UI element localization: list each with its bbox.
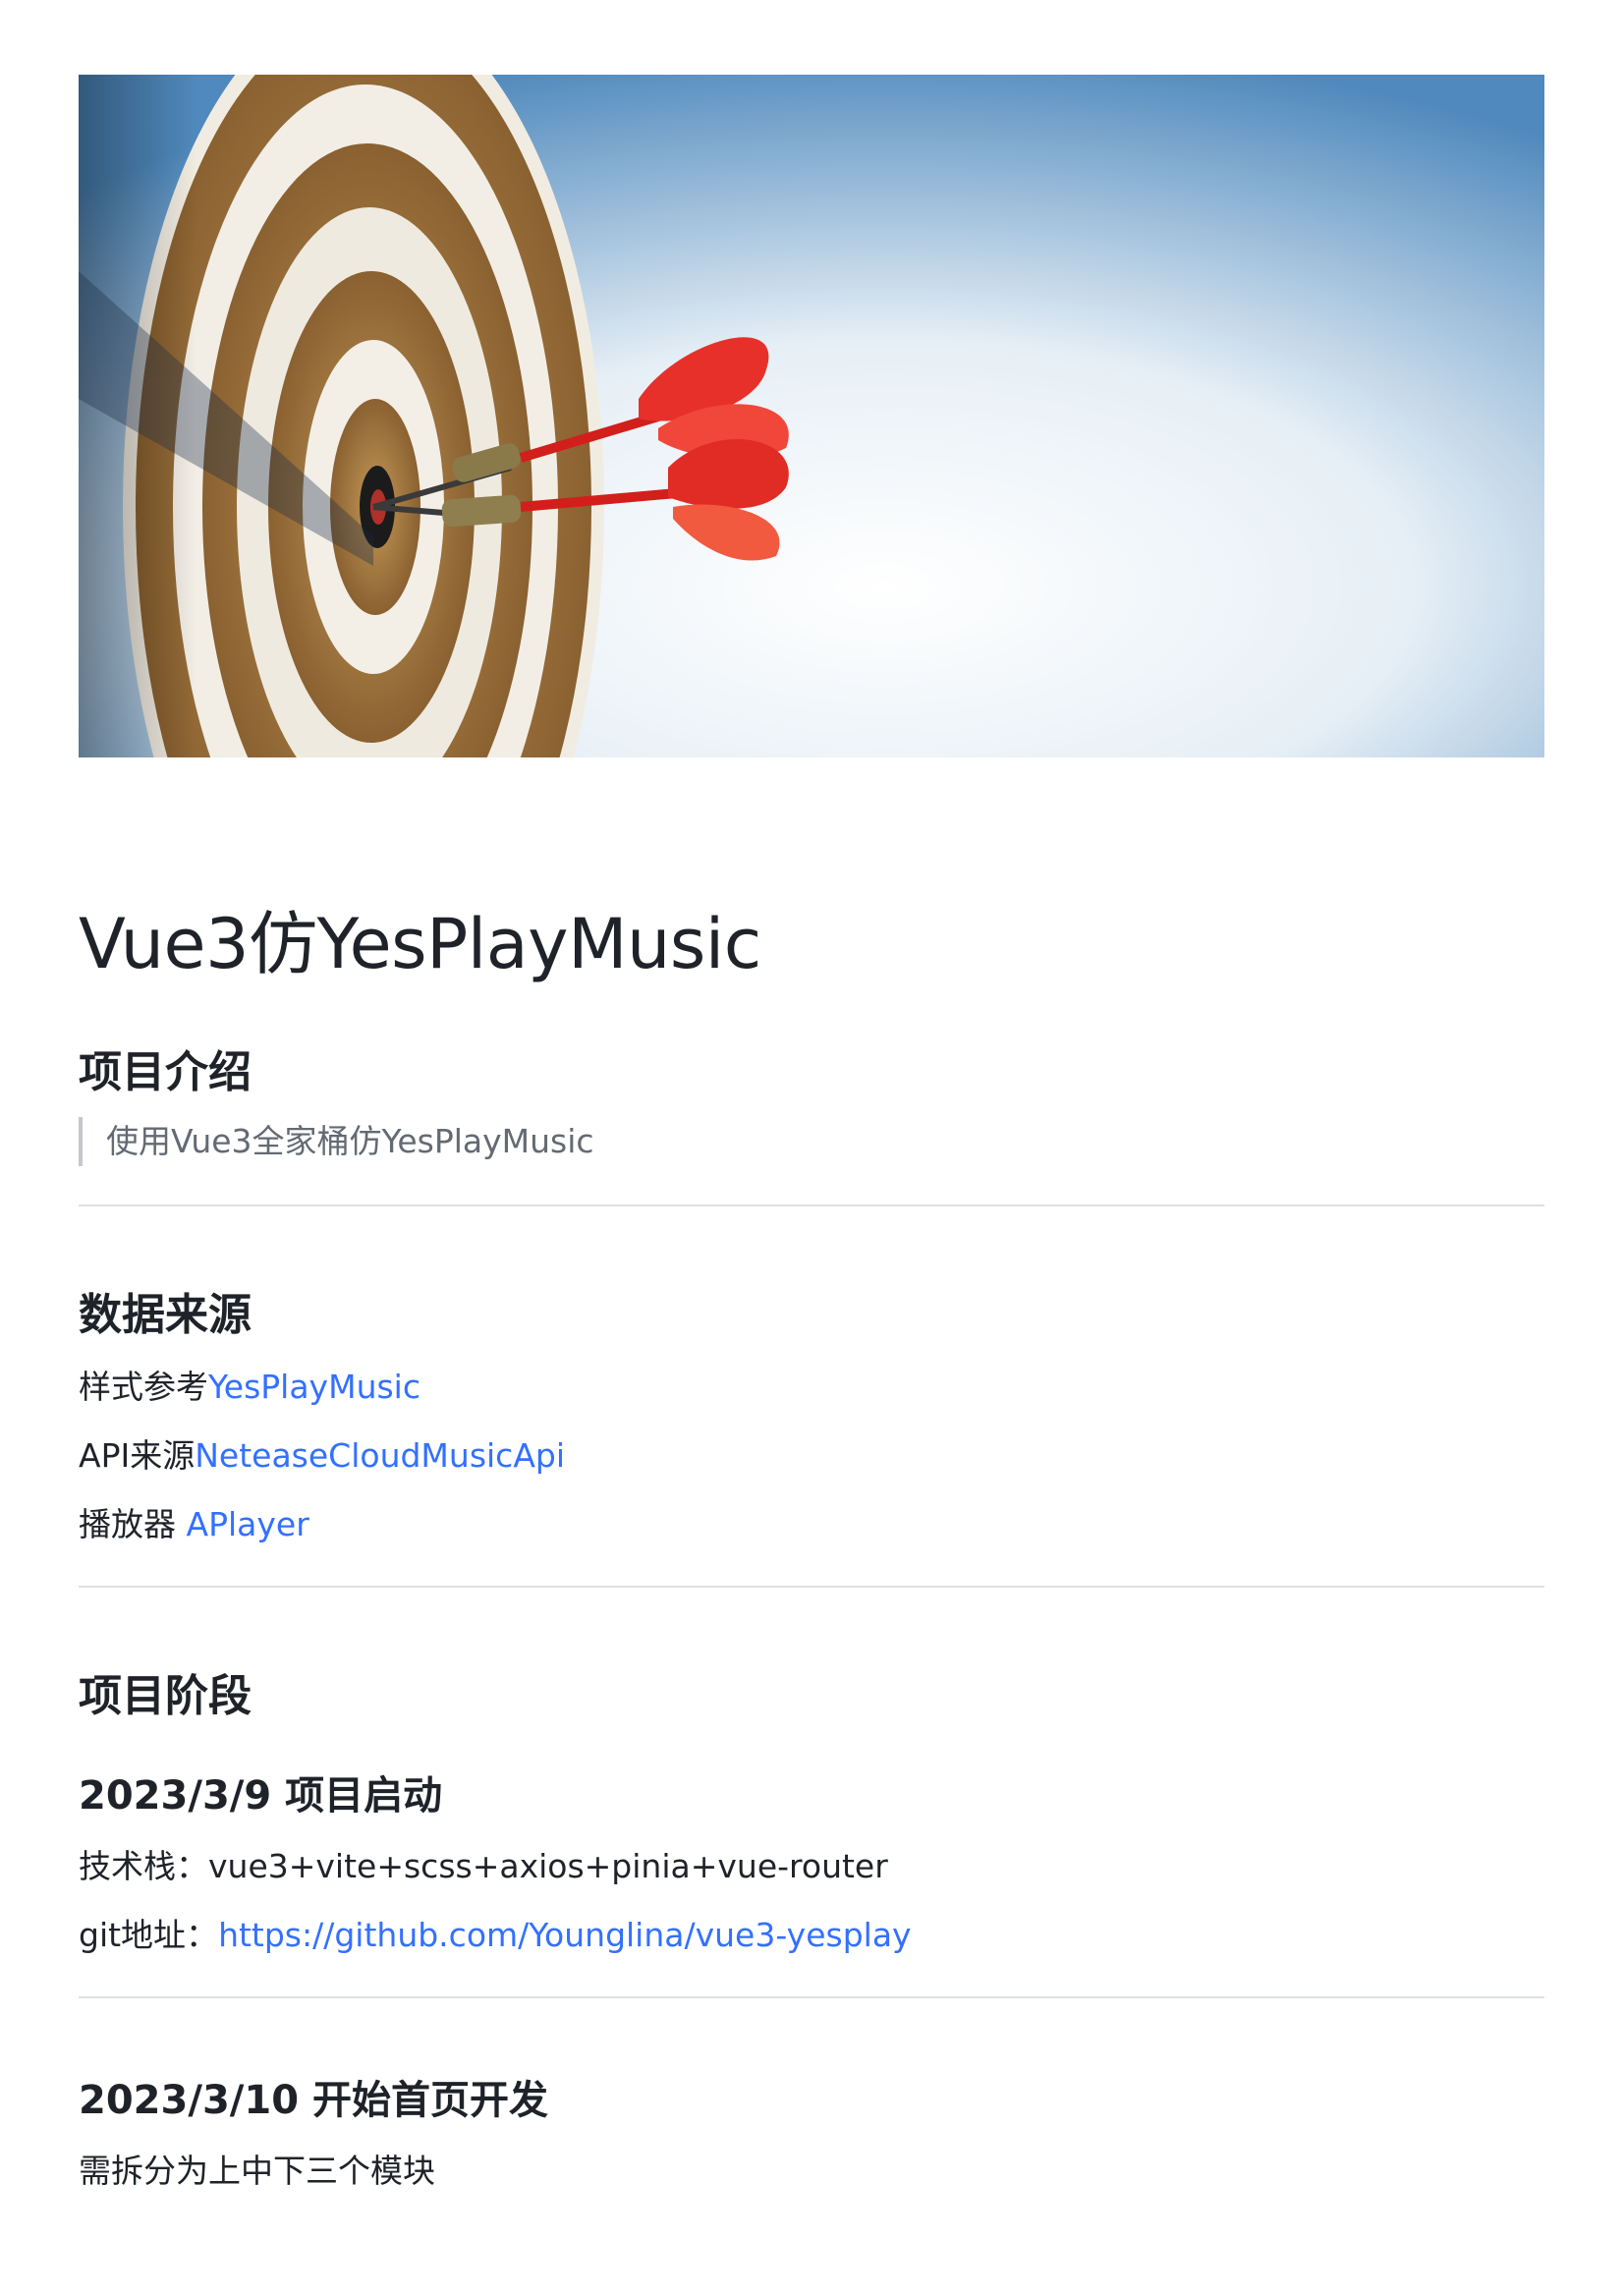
heading-data-sources: 数据来源 <box>79 1290 252 1340</box>
source-player: 播放器 APlayer <box>79 1498 309 1545</box>
document-page: Vue3仿YesPlayMusic 项目介绍 使用Vue3全家桶仿YesPlay… <box>0 0 1624 2295</box>
yesplaymusic-link[interactable]: YesPlayMusic <box>208 1368 420 1406</box>
heading-project-stages: 项目阶段 <box>79 1671 252 1721</box>
heading-project-intro: 项目介绍 <box>79 1047 252 1097</box>
document-title: Vue3仿YesPlayMusic <box>79 904 761 984</box>
github-repo-link[interactable]: https://github.com/Younglina/vue3-yespla… <box>218 1916 912 1954</box>
aplayer-link[interactable]: APlayer <box>187 1505 309 1543</box>
netease-api-link[interactable]: NeteaseCloudMusicApi <box>195 1436 565 1475</box>
stage-2-description: 需拆分为上中下三个模块 <box>79 2152 435 2190</box>
heading-stage-1: 2023/3/9 项目启动 <box>79 1773 443 1819</box>
dartboard-illustration <box>79 75 1544 757</box>
tech-stack-label: 技术栈： <box>79 1847 208 1885</box>
source-style-reference: 样式参考YesPlayMusic <box>79 1361 420 1408</box>
divider <box>79 1996 1544 1998</box>
divider <box>79 1204 1544 1206</box>
heading-stage-2: 2023/3/10 开始首页开发 <box>79 2078 548 2123</box>
source-label: 样式参考 <box>79 1368 208 1406</box>
divider <box>79 1586 1544 1588</box>
dartboard <box>79 75 604 757</box>
intro-quote: 使用Vue3全家桶仿YesPlayMusic <box>79 1117 594 1166</box>
git-address-line: git地址：https://github.com/Younglina/vue3-… <box>79 1909 912 1956</box>
cover-image <box>79 75 1544 757</box>
source-label: 播放器 <box>79 1505 187 1543</box>
git-address-label: git地址： <box>79 1916 219 1954</box>
source-label: API来源 <box>79 1436 196 1475</box>
tech-stack-line: 技术栈：vue3+vite+scss+axios+pinia+vue-route… <box>79 1840 888 1887</box>
source-api: API来源NeteaseCloudMusicApi <box>79 1429 565 1477</box>
tech-stack-value: vue3+vite+scss+axios+pinia+vue-router <box>208 1847 888 1885</box>
